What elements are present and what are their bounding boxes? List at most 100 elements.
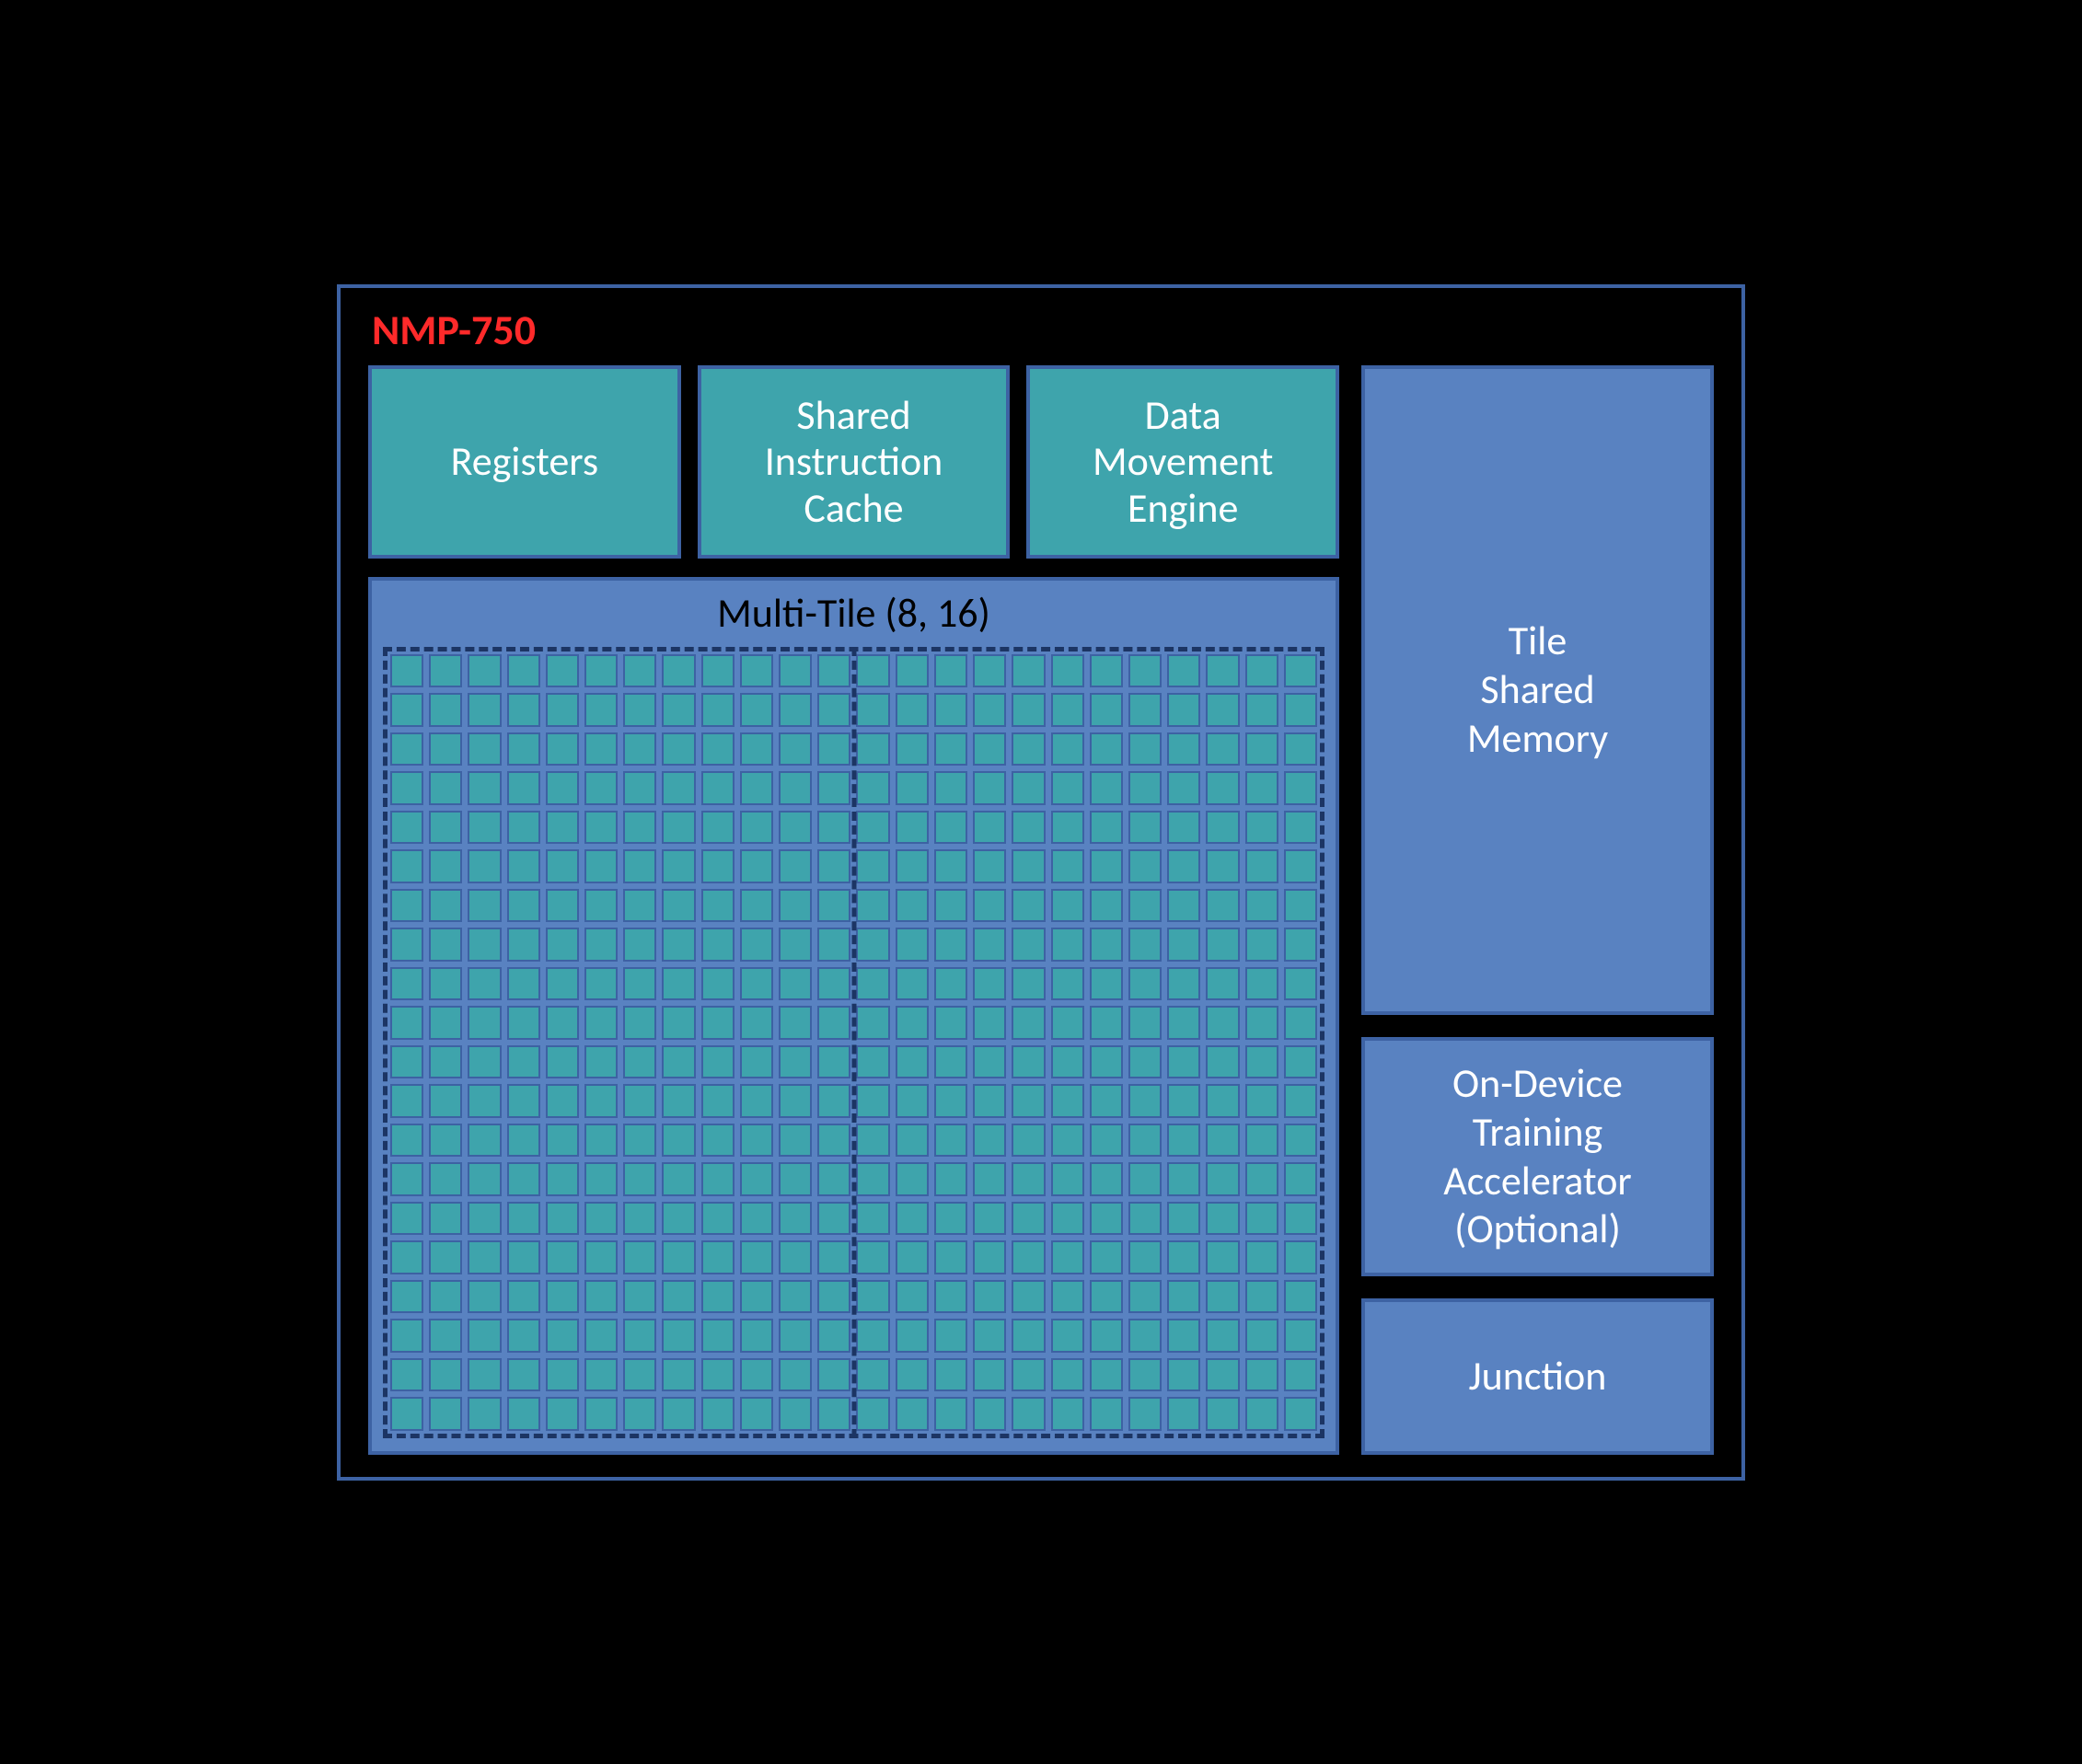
- tile-cell: [1012, 693, 1045, 727]
- tile-cell: [1245, 654, 1278, 688]
- tile-cell: [546, 1162, 579, 1196]
- tile-cell: [584, 771, 618, 805]
- tile-cell: [1206, 1162, 1239, 1196]
- tile-cell: [507, 928, 540, 962]
- tile-cell: [779, 967, 812, 1001]
- tile-cell: [623, 1240, 656, 1274]
- tile-cell: [1051, 889, 1084, 923]
- tile-cell: [584, 1358, 618, 1392]
- tile-cell: [468, 889, 501, 923]
- tile-cell: [973, 849, 1006, 883]
- tile-cell: [1284, 771, 1317, 805]
- tile-cell: [701, 1124, 734, 1158]
- tile-cell: [546, 889, 579, 923]
- tile-cell: [584, 732, 618, 767]
- tile-cell: [623, 693, 656, 727]
- tile-cell: [1167, 693, 1200, 727]
- tile-cell: [779, 1084, 812, 1118]
- tile-cell: [934, 1006, 967, 1040]
- tile-cell: [1051, 732, 1084, 767]
- tile-cell: [584, 811, 618, 845]
- tile-cell: [740, 654, 773, 688]
- tile-cell: [701, 1240, 734, 1274]
- tile-cell: [1051, 1202, 1084, 1236]
- tile-cell: [623, 928, 656, 962]
- tile-cell: [662, 771, 695, 805]
- tile-cell: [1012, 1202, 1045, 1236]
- tile-cell: [1128, 928, 1162, 962]
- tile-cell: [1128, 1124, 1162, 1158]
- tile-cell: [973, 1240, 1006, 1274]
- tile-cell: [1206, 1280, 1239, 1314]
- tile-cell: [1128, 1006, 1162, 1040]
- tile-cell: [623, 967, 656, 1001]
- tile-cell: [623, 1084, 656, 1118]
- tile-cell: [1245, 1045, 1278, 1079]
- tile-cell: [856, 1240, 889, 1274]
- tile-cell: [429, 849, 462, 883]
- tile-cell: [973, 1280, 1006, 1314]
- tile-cell: [896, 1397, 929, 1431]
- tile-cell: [779, 1319, 812, 1353]
- tile-cell: [973, 811, 1006, 845]
- tile-cell: [546, 1240, 579, 1274]
- tile-cell: [468, 1006, 501, 1040]
- tile-cell: [973, 967, 1006, 1001]
- tile-cell: [779, 811, 812, 845]
- tile-cell: [662, 693, 695, 727]
- tile-cell: [1128, 1084, 1162, 1118]
- tile-cell: [1167, 811, 1200, 845]
- tile-cell: [1167, 1084, 1200, 1118]
- tile-cell: [507, 1397, 540, 1431]
- tile-cell: [1090, 1280, 1123, 1314]
- tile-cell: [623, 1045, 656, 1079]
- tile-cell: [856, 1280, 889, 1314]
- tile-cell: [1206, 889, 1239, 923]
- tile-area: [383, 647, 1324, 1438]
- tile-cell: [740, 693, 773, 727]
- tile-cell: [1245, 1358, 1278, 1392]
- tile-cell: [856, 1319, 889, 1353]
- tile-cell: [662, 1319, 695, 1353]
- tile-cell: [507, 732, 540, 767]
- tile-cell: [390, 1280, 423, 1314]
- tile-cell: [1051, 811, 1084, 845]
- tile-cell: [1051, 1319, 1084, 1353]
- tile-cell: [1245, 811, 1278, 845]
- tile-cell: [1284, 1084, 1317, 1118]
- tile-cell: [546, 693, 579, 727]
- tile-cell: [779, 771, 812, 805]
- tile-cell: [429, 1202, 462, 1236]
- right-column: Tile Shared MemoryOn-Device Training Acc…: [1361, 365, 1714, 1455]
- multi-tile-block: Multi-Tile (8, 16): [368, 577, 1339, 1455]
- tile-cell: [1206, 1202, 1239, 1236]
- block-tsm: Tile Shared Memory: [1361, 365, 1714, 1015]
- tile-cell: [701, 654, 734, 688]
- tile-cell: [1090, 1162, 1123, 1196]
- tile-cell: [740, 1006, 773, 1040]
- tile-cell: [1167, 654, 1200, 688]
- tile-cell: [701, 849, 734, 883]
- tile-cell: [973, 1006, 1006, 1040]
- tile-cell: [1284, 654, 1317, 688]
- tile-cell: [507, 967, 540, 1001]
- tile-cell: [1012, 1124, 1045, 1158]
- tile-cell: [817, 811, 850, 845]
- tile-cell: [390, 967, 423, 1001]
- tile-cell: [662, 1202, 695, 1236]
- tile-cell: [584, 1045, 618, 1079]
- tile-cell: [779, 654, 812, 688]
- tile-cell: [934, 693, 967, 727]
- tile-cell: [1090, 1124, 1123, 1158]
- tile-cell: [390, 654, 423, 688]
- tile-cell: [896, 1202, 929, 1236]
- tile-cell: [390, 771, 423, 805]
- tile-cell: [701, 928, 734, 962]
- tile-cell: [896, 1006, 929, 1040]
- tile-cell: [1167, 1006, 1200, 1040]
- tile-cell: [429, 1280, 462, 1314]
- tile-cell: [1284, 849, 1317, 883]
- tile-cell: [1284, 1358, 1317, 1392]
- tile-cell: [973, 1358, 1006, 1392]
- tile-cell: [1167, 771, 1200, 805]
